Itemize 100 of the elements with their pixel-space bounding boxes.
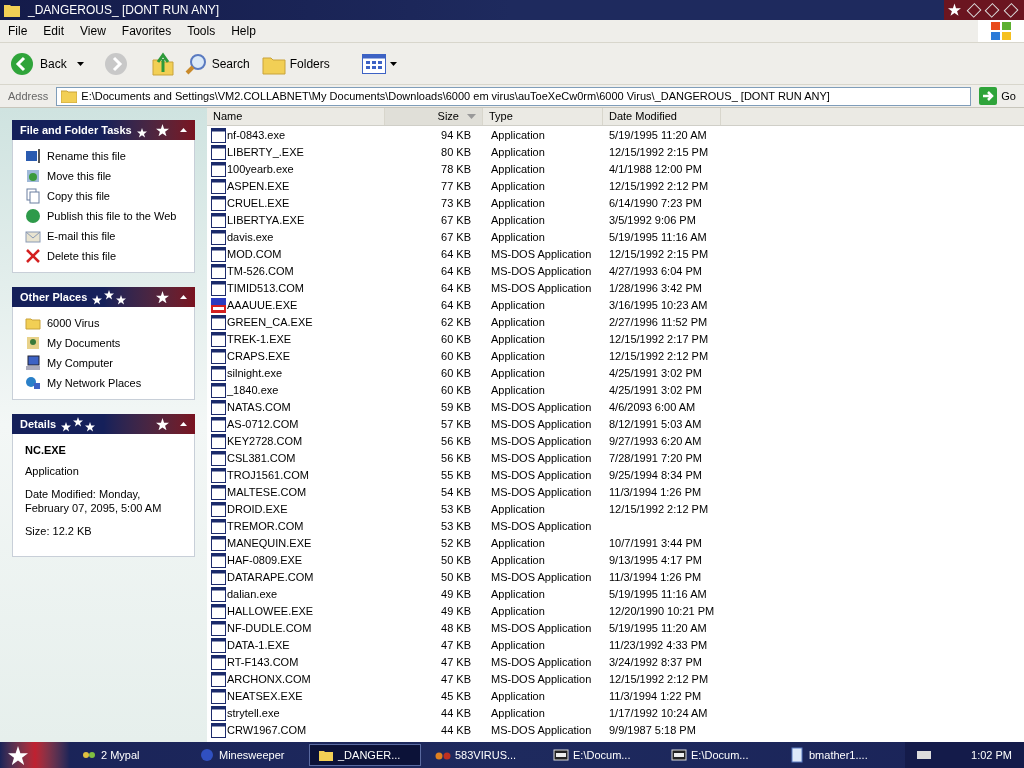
file-name-cell[interactable]: TROJ1561.COM bbox=[227, 467, 309, 484]
menu-item[interactable]: File bbox=[0, 22, 36, 40]
size-cell-text: 78 KB bbox=[441, 162, 471, 178]
file-name-cell[interactable]: DATARAPE.COM bbox=[227, 569, 314, 586]
file-name-cell[interactable]: HAF-0809.EXE bbox=[227, 552, 303, 569]
taskbar-button[interactable]: _DANGER... bbox=[309, 744, 421, 766]
taskbar-button[interactable]: bmather1.... bbox=[781, 744, 893, 766]
file-name-cell[interactable]: CSL381.COM bbox=[227, 450, 296, 467]
go-button[interactable]: Go bbox=[975, 87, 1020, 105]
file-name-cell[interactable]: LIBERTYA.EXE bbox=[227, 212, 305, 229]
menu-item[interactable]: Edit bbox=[35, 22, 73, 40]
file-name-cell[interactable]: silnight.exe bbox=[227, 365, 283, 382]
size-cell-text: 60 KB bbox=[441, 332, 471, 348]
file-name-cell[interactable]: TREK-1.EXE bbox=[227, 331, 292, 348]
column-header[interactable]: Size bbox=[385, 108, 483, 125]
task-link[interactable]: Copy this file bbox=[25, 188, 182, 204]
menu-item[interactable]: View bbox=[72, 22, 114, 40]
task-link[interactable]: My Documents bbox=[25, 335, 182, 351]
file-name-cell[interactable]: TM-526.COM bbox=[227, 263, 294, 280]
taskbar-button[interactable]: 583VIRUS... bbox=[427, 744, 539, 766]
file-name-cell[interactable]: NF-DUDLE.COM bbox=[227, 620, 312, 637]
column-header[interactable]: Type bbox=[483, 108, 603, 125]
menu-item[interactable]: Help bbox=[223, 22, 264, 40]
star-icon bbox=[156, 417, 169, 431]
file-name-cell[interactable]: GREEN_CA.EXE bbox=[227, 314, 313, 331]
file-name-cell[interactable]: RT-F143.COM bbox=[227, 654, 299, 671]
file-name-cell[interactable]: ARCHONX.COM bbox=[227, 671, 311, 688]
taskbar-button[interactable]: Minesweeper bbox=[191, 744, 303, 766]
file-name-cell[interactable]: HALLOWEE.EXE bbox=[227, 603, 314, 620]
date-modified: Date Modified: Monday, February 07, 2095, 5:00 AM bbox=[25, 487, 163, 515]
task-link[interactable]: My Computer bbox=[25, 355, 182, 371]
application-window-icon bbox=[211, 179, 226, 194]
file-name-cell[interactable]: DROID.EXE bbox=[227, 501, 288, 518]
taskbar-button[interactable]: E:\Docum... bbox=[545, 744, 657, 766]
type-cell-text: Application bbox=[491, 502, 545, 518]
task-link[interactable]: My Network Places bbox=[25, 375, 182, 391]
file-name-cell[interactable]: MANEQUIN.EXE bbox=[227, 535, 312, 552]
type-cell-text: MS-DOS Application bbox=[491, 451, 592, 467]
flag-logo-icon bbox=[990, 21, 1012, 41]
file-name-cell[interactable]: LIBERTY_.EXE bbox=[227, 144, 304, 161]
search-icon bbox=[183, 51, 208, 76]
file-name-cell[interactable]: TREMOR.COM bbox=[227, 518, 304, 535]
file-name-cell[interactable]: CRUEL.EXE bbox=[227, 195, 290, 212]
file-name-cell[interactable]: DATA-1.EXE bbox=[227, 637, 290, 654]
menu-item[interactable]: Favorites bbox=[113, 22, 180, 40]
file-name-cell[interactable]: NATAS.COM bbox=[227, 399, 291, 416]
file-name-cell[interactable]: TIMID513.COM bbox=[227, 280, 304, 297]
keyboard-icon bbox=[917, 751, 932, 759]
panel-header[interactable]: File and Folder Tasks bbox=[12, 120, 195, 140]
file-name-cell[interactable]: 100yearb.exe bbox=[227, 161, 294, 178]
file-name-cell[interactable]: CRW1967.COM bbox=[227, 722, 307, 739]
date-cell-text: 9/9/1987 5:18 PM bbox=[609, 723, 696, 739]
folders-button[interactable]: Folders bbox=[257, 45, 334, 82]
task-link[interactable]: Rename this file bbox=[25, 148, 182, 164]
address-field[interactable]: E:\Documents and Settings\VM2.COLLABNET\My Documents\Downloads\6000 em virus\auToeXeCw0rm\6000 Virus\_DANGEROUS_ [DONT RUN ANY] bbox=[56, 86, 972, 106]
type-cell-text: MS-DOS Application bbox=[491, 672, 592, 688]
application-window-icon bbox=[211, 145, 226, 160]
menu-item[interactable]: Tools bbox=[179, 22, 224, 40]
file-name-cell[interactable]: AAAUUE.EXE bbox=[227, 297, 298, 314]
date-cell-text: 12/15/1992 2:12 PM bbox=[609, 502, 709, 518]
caret-icon bbox=[179, 422, 187, 426]
search-button[interactable]: Search bbox=[179, 45, 254, 82]
file-name: NC.EXE bbox=[25, 443, 67, 458]
size-cell-text: 80 KB bbox=[441, 145, 471, 161]
application-window-icon bbox=[211, 655, 226, 670]
date-cell-text: 3/24/1992 8:37 PM bbox=[609, 655, 702, 671]
file-name-cell[interactable]: CRAPS.EXE bbox=[227, 348, 290, 365]
file-name-cell[interactable]: KEY2728.COM bbox=[227, 433, 303, 450]
panel-header[interactable]: Other Places bbox=[12, 287, 195, 307]
task-link[interactable]: E-mail this file bbox=[25, 228, 182, 244]
panel-header[interactable]: Details bbox=[12, 414, 195, 434]
taskbar-button[interactable]: E:\Docum... bbox=[663, 744, 775, 766]
file-name-cell[interactable]: AS-0712.COM bbox=[227, 416, 299, 433]
type-cell-text: Application bbox=[491, 706, 545, 722]
size-cell-text: 56 KB bbox=[441, 451, 471, 467]
star-icon bbox=[156, 290, 169, 304]
date-cell-text: 9/27/1993 6:20 AM bbox=[609, 434, 702, 450]
program-icon bbox=[211, 298, 226, 313]
back-button[interactable]: Back bbox=[4, 45, 90, 82]
file-name-cell[interactable]: nf-0843.exe bbox=[227, 127, 286, 144]
task-link[interactable]: Publish this file to the Web bbox=[25, 208, 182, 224]
file-name-cell[interactable]: ASPEN.EXE bbox=[227, 178, 290, 195]
task-link[interactable]: Move this file bbox=[25, 168, 182, 184]
file-name-cell[interactable]: _1840.exe bbox=[227, 382, 279, 399]
envelope-icon bbox=[25, 228, 41, 244]
file-name-cell[interactable]: MALTESE.COM bbox=[227, 484, 307, 501]
file-name-cell[interactable]: davis.exe bbox=[227, 229, 274, 246]
file-name-cell[interactable]: dalian.exe bbox=[227, 586, 278, 603]
task-link[interactable]: Delete this file bbox=[25, 248, 182, 264]
start-button[interactable] bbox=[0, 742, 70, 768]
file-name-cell[interactable]: MOD.COM bbox=[227, 246, 282, 263]
task-link[interactable]: 6000 Virus bbox=[25, 315, 182, 331]
size-cell-text: 47 KB bbox=[441, 672, 471, 688]
file-name-cell[interactable]: NEATSEX.EXE bbox=[227, 688, 303, 705]
taskbar-button[interactable]: 2 Mypal bbox=[73, 744, 185, 766]
file-type: Application bbox=[25, 463, 80, 479]
date-cell-text: 12/15/1992 2:17 PM bbox=[609, 332, 709, 348]
file-name-cell[interactable]: strytell.exe bbox=[227, 705, 280, 722]
column-header[interactable]: Date Modified bbox=[603, 108, 721, 125]
size-cell-text: 54 KB bbox=[441, 485, 471, 501]
